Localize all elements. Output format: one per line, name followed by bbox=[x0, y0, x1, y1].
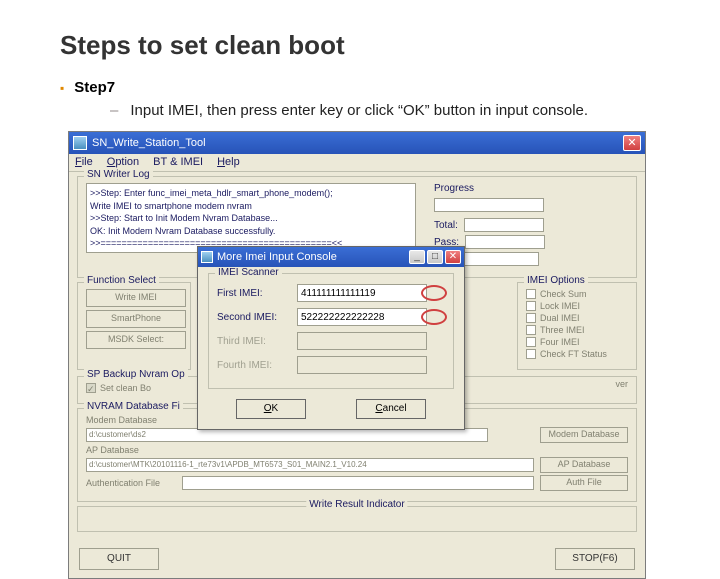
cancel-button[interactable]: Cancel bbox=[356, 399, 426, 419]
modem-db-path: d:\customer\ds2 bbox=[86, 428, 488, 442]
ap-db-path: d:\customer\MTK\20101116-1_rte73v1\APDB_… bbox=[86, 458, 534, 472]
total-label: Total: bbox=[434, 220, 458, 231]
log-line: >>Step: Start to Init Modem Nvram Databa… bbox=[90, 212, 412, 225]
ver-label: ver bbox=[615, 379, 628, 389]
ap-db-label: AP Database bbox=[86, 445, 176, 455]
modem-db-button[interactable]: Modem Database bbox=[540, 427, 628, 443]
imei-input-dialog: More Imei Input Console _ □ ✕ IMEI Scann… bbox=[197, 246, 465, 430]
dialog-title: More Imei Input Console bbox=[217, 251, 409, 263]
msdk-select-button[interactable]: MSDK Select: bbox=[86, 331, 186, 349]
titlebar: SN_Write_Station_Tool ✕ bbox=[69, 132, 645, 154]
menu-option[interactable]: Option bbox=[107, 156, 139, 169]
dash-icon: – bbox=[110, 102, 118, 119]
nvram-title: NVRAM Database Fi bbox=[84, 401, 183, 412]
step-desc-row: – Input IMEI, then press enter key or cl… bbox=[110, 102, 660, 119]
imei-scanner-title: IMEI Scanner bbox=[215, 267, 282, 278]
step-text: Input IMEI, then press enter key or clic… bbox=[130, 102, 588, 119]
modem-db-label: Modem Database bbox=[86, 415, 176, 425]
dual-imei-checkbox[interactable]: Dual IMEI bbox=[526, 313, 628, 323]
check-ft-checkbox[interactable]: Check FT Status bbox=[526, 349, 628, 359]
menu-help[interactable]: Help bbox=[217, 156, 240, 169]
log-box: >>Step: Enter func_imei_meta_hdlr_smart_… bbox=[86, 183, 416, 253]
auth-file-label: Authentication File bbox=[86, 478, 176, 488]
first-imei-label: First IMEI: bbox=[217, 288, 289, 299]
result-group: Write Result Indicator bbox=[77, 506, 637, 532]
write-imei-button[interactable]: Write IMEI bbox=[86, 289, 186, 307]
backup-title: SP Backup Nvram Op bbox=[84, 369, 188, 380]
lock-imei-checkbox[interactable]: Lock IMEI bbox=[526, 301, 628, 311]
second-imei-label: Second IMEI: bbox=[217, 312, 289, 323]
close-icon[interactable]: ✕ bbox=[623, 135, 641, 151]
dialog-titlebar: More Imei Input Console _ □ ✕ bbox=[198, 247, 464, 267]
fourth-imei-input bbox=[297, 356, 427, 374]
check-sum-checkbox[interactable]: Check Sum bbox=[526, 289, 628, 299]
result-title: Write Result Indicator bbox=[306, 499, 407, 510]
ap-db-button[interactable]: AP Database bbox=[540, 457, 628, 473]
imei-options-group: IMEI Options Check Sum Lock IMEI Dual IM… bbox=[517, 282, 637, 370]
log-line: OK: Init Modem Nvram Database successful… bbox=[90, 225, 412, 238]
menu-file[interactable]: File bbox=[75, 156, 93, 169]
fourth-imei-label: Fourth IMEI: bbox=[217, 360, 289, 371]
maximize-icon[interactable]: □ bbox=[427, 250, 443, 264]
step-row: ▪ Step7 bbox=[60, 79, 660, 96]
log-group-title: SN Writer Log bbox=[84, 169, 153, 180]
imei-options-title: IMEI Options bbox=[524, 275, 588, 286]
smartphone-button[interactable]: SmartPhone bbox=[86, 310, 186, 328]
three-imei-checkbox[interactable]: Three IMEI bbox=[526, 325, 628, 335]
four-imei-checkbox[interactable]: Four IMEI bbox=[526, 337, 628, 347]
menubar: File Option BT & IMEI Help bbox=[69, 154, 645, 172]
app-icon bbox=[73, 136, 87, 150]
function-group-title: Function Select bbox=[84, 275, 159, 286]
second-imei-input[interactable] bbox=[297, 308, 427, 326]
ok-button[interactable]: OK bbox=[236, 399, 306, 419]
imei-scanner-group: IMEI Scanner First IMEI: Second IMEI: Th… bbox=[208, 273, 454, 389]
dialog-icon bbox=[201, 251, 213, 263]
auth-file-button[interactable]: Auth File bbox=[540, 475, 628, 491]
fail-box bbox=[459, 252, 539, 266]
third-imei-label: Third IMEI: bbox=[217, 336, 289, 347]
progress-bar bbox=[434, 198, 544, 212]
stop-button[interactable]: STOP(F6) bbox=[555, 548, 635, 570]
page-title: Steps to set clean boot bbox=[60, 30, 660, 61]
total-box bbox=[464, 218, 544, 232]
function-select-group: Function Select Write IMEI SmartPhone MS… bbox=[77, 282, 191, 370]
step-label: Step7 bbox=[74, 79, 115, 96]
first-imei-input[interactable] bbox=[297, 284, 427, 302]
minimize-icon[interactable]: _ bbox=[409, 250, 425, 264]
app-window: SN_Write_Station_Tool ✕ File Option BT &… bbox=[68, 131, 646, 579]
log-line: >>Step: Enter func_imei_meta_hdlr_smart_… bbox=[90, 187, 412, 200]
dialog-close-icon[interactable]: ✕ bbox=[445, 250, 461, 264]
quit-button[interactable]: QUIT bbox=[79, 548, 159, 570]
third-imei-input bbox=[297, 332, 427, 350]
log-line: Write IMEI to smartphone modem nvram bbox=[90, 200, 412, 213]
auth-file-path bbox=[182, 476, 534, 490]
pass-box bbox=[465, 235, 545, 249]
window-title: SN_Write_Station_Tool bbox=[92, 137, 623, 149]
progress-label: Progress bbox=[434, 183, 628, 194]
bullet-icon: ▪ bbox=[60, 81, 64, 95]
menu-bt-imei[interactable]: BT & IMEI bbox=[153, 156, 203, 169]
